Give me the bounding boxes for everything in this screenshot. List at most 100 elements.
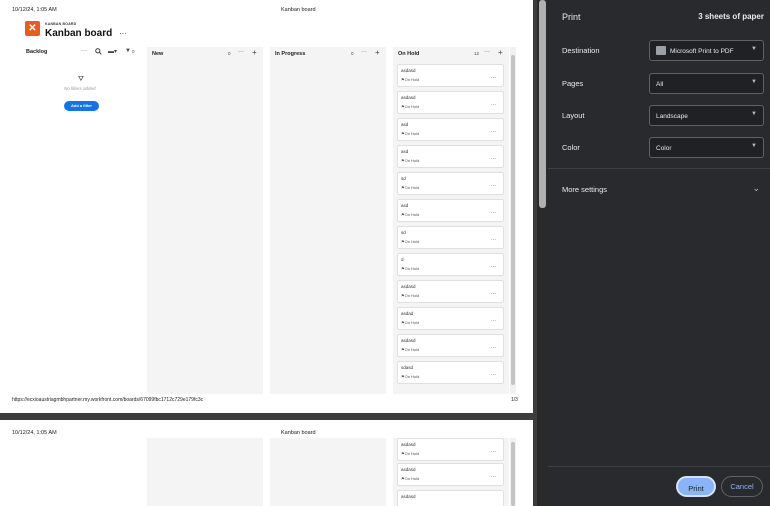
preview-page-2: 10/12/24, 1:05 AM Kanban board asdasd ⚑On…	[0, 420, 533, 506]
card-view-icon[interactable]: ▬▾	[108, 48, 117, 55]
board-scrollbar[interactable]	[510, 438, 516, 506]
card-more-icon[interactable]: ···	[491, 102, 496, 108]
column-on-hold-add-icon[interactable]: +	[498, 48, 503, 57]
app-kicker: KANBAN BOARD	[45, 22, 77, 26]
column-in-progress-count: 0	[351, 51, 354, 56]
card-more-icon[interactable]: ···	[491, 474, 496, 480]
kanban-card[interactable]: asdasd ⚑On Hold ···	[397, 334, 504, 357]
preview-scrollbar-thumb[interactable]	[539, 0, 546, 208]
card-more-icon[interactable]: ···	[491, 210, 496, 216]
pages-value: All	[656, 81, 664, 88]
kanban-card[interactable]: asdasd ⚑On Hold ···	[397, 438, 504, 461]
workfront-logo-icon: ✕	[25, 21, 40, 36]
chevron-down-icon: ▼	[751, 79, 757, 85]
card-status: ⚑On Hold	[401, 158, 420, 163]
column-new-add-icon[interactable]: +	[252, 48, 257, 57]
board-scrollbar-thumb[interactable]	[511, 442, 515, 506]
kanban-card[interactable]: asdad ⚑On Hold ···	[397, 307, 504, 330]
no-filters-text: No filters added	[64, 86, 96, 91]
card-status: ⚑On Hold	[401, 320, 420, 325]
backlog-more-icon[interactable]: ···	[81, 48, 87, 54]
column-on-hold-count: 12	[474, 51, 480, 56]
pages-select[interactable]: All ▼	[649, 73, 764, 94]
column-new-more-icon[interactable]: ···	[238, 49, 244, 55]
card-status: ⚑On Hold	[401, 347, 420, 352]
card-title: asd	[401, 203, 409, 208]
card-title: sdasd	[401, 365, 414, 370]
card-status: ⚑On Hold	[401, 104, 420, 109]
chevron-down-icon[interactable]: ⌄	[752, 183, 760, 194]
card-title: sd	[401, 230, 406, 235]
card-title: asdasd	[401, 284, 416, 289]
card-status: ⚑On Hold	[401, 266, 420, 271]
print-preview: 10/12/24, 1:05 AM Kanban board ✕ KANBAN …	[0, 0, 537, 506]
column-in-progress	[270, 47, 386, 394]
board-title: Kanban board	[45, 28, 113, 39]
kanban-card[interactable]: asd ⚑On Hold ···	[397, 118, 504, 141]
kanban-card[interactable]: asdasd ⚑On Hold ···	[397, 64, 504, 87]
card-more-icon[interactable]: ···	[491, 345, 496, 351]
column-in-progress-more-icon[interactable]: ···	[361, 49, 367, 55]
column-new-count: 0	[228, 51, 231, 56]
kanban-card[interactable]: sdasd ⚑On Hold ···	[397, 361, 504, 384]
kanban-card[interactable]: asd ⚑On Hold ···	[397, 199, 504, 222]
column-in-progress-add-icon[interactable]: +	[375, 48, 380, 57]
card-more-icon[interactable]: ···	[491, 237, 496, 243]
layout-select[interactable]: Landscape ▼	[649, 105, 764, 126]
card-title: d	[401, 257, 404, 262]
pages-label: Pages	[562, 79, 584, 88]
destination-value: Microsoft Print to PDF	[670, 48, 734, 55]
card-more-icon[interactable]: ···	[491, 75, 496, 81]
destination-select[interactable]: Microsoft Print to PDF ▼	[649, 40, 764, 61]
kanban-card[interactable]: sd ⚑On Hold ···	[397, 226, 504, 249]
card-title: asdad	[401, 311, 414, 316]
card-title: asd	[401, 149, 409, 154]
more-settings-toggle[interactable]: More settings	[562, 185, 607, 194]
card-title: asdasd	[401, 494, 416, 499]
card-status: ⚑On Hold	[401, 185, 420, 190]
color-select[interactable]: Color ▼	[649, 137, 764, 158]
card-more-icon[interactable]: ···	[491, 129, 496, 135]
card-more-icon[interactable]: ···	[491, 264, 496, 270]
card-more-icon[interactable]: ···	[491, 291, 496, 297]
chevron-down-icon: ▼	[751, 46, 757, 52]
card-title: asdasd	[401, 467, 416, 472]
kanban-card[interactable]: sd ⚑On Hold ···	[397, 172, 504, 195]
card-status: ⚑On Hold	[401, 451, 420, 456]
print-button[interactable]: Print	[676, 476, 716, 497]
color-value: Color	[656, 145, 672, 152]
cancel-button[interactable]: Cancel	[721, 476, 763, 497]
kanban-card[interactable]: asdasd ⚑On Hold ···	[397, 463, 504, 486]
board-more-icon[interactable]: ···	[119, 29, 127, 38]
card-more-icon[interactable]: ···	[491, 449, 496, 455]
card-status: ⚑On Hold	[401, 77, 420, 82]
column-on-hold-more-icon[interactable]: ···	[484, 49, 490, 55]
filter-icon[interactable]: ▼	[125, 48, 131, 54]
card-more-icon[interactable]: ···	[491, 318, 496, 324]
column-new	[147, 438, 263, 506]
card-more-icon[interactable]: ···	[491, 372, 496, 378]
divider	[548, 466, 770, 467]
sheets-count: 3 sheets of paper	[698, 12, 764, 21]
kanban-card[interactable]: asdasd	[397, 490, 504, 506]
card-more-icon[interactable]: ···	[491, 156, 496, 162]
card-more-icon[interactable]: ···	[491, 183, 496, 189]
kanban-card[interactable]: asdasd ⚑On Hold ···	[397, 91, 504, 114]
divider	[548, 168, 770, 169]
color-label: Color	[562, 143, 580, 152]
search-icon[interactable]	[95, 48, 102, 57]
kanban-card[interactable]: d ⚑On Hold ···	[397, 253, 504, 276]
card-title: asdasd	[401, 68, 416, 73]
kanban-card[interactable]: asdasd ⚑On Hold ···	[397, 280, 504, 303]
page-footer-url: https://ecxioaustriagmbhpartner.my.workf…	[12, 397, 204, 403]
chevron-down-icon: ▼	[751, 111, 757, 117]
add-filter-button[interactable]: Add a filter	[64, 101, 99, 111]
page-header-title: Kanban board	[281, 7, 316, 13]
board-scrollbar-thumb[interactable]	[511, 55, 515, 385]
card-title: asdasd	[401, 338, 416, 343]
card-status: ⚑On Hold	[401, 374, 420, 379]
board-scrollbar[interactable]	[510, 47, 516, 394]
kanban-card[interactable]: asd ⚑On Hold ···	[397, 145, 504, 168]
layout-value: Landscape	[656, 113, 688, 120]
preview-scrollbar[interactable]	[537, 0, 548, 506]
